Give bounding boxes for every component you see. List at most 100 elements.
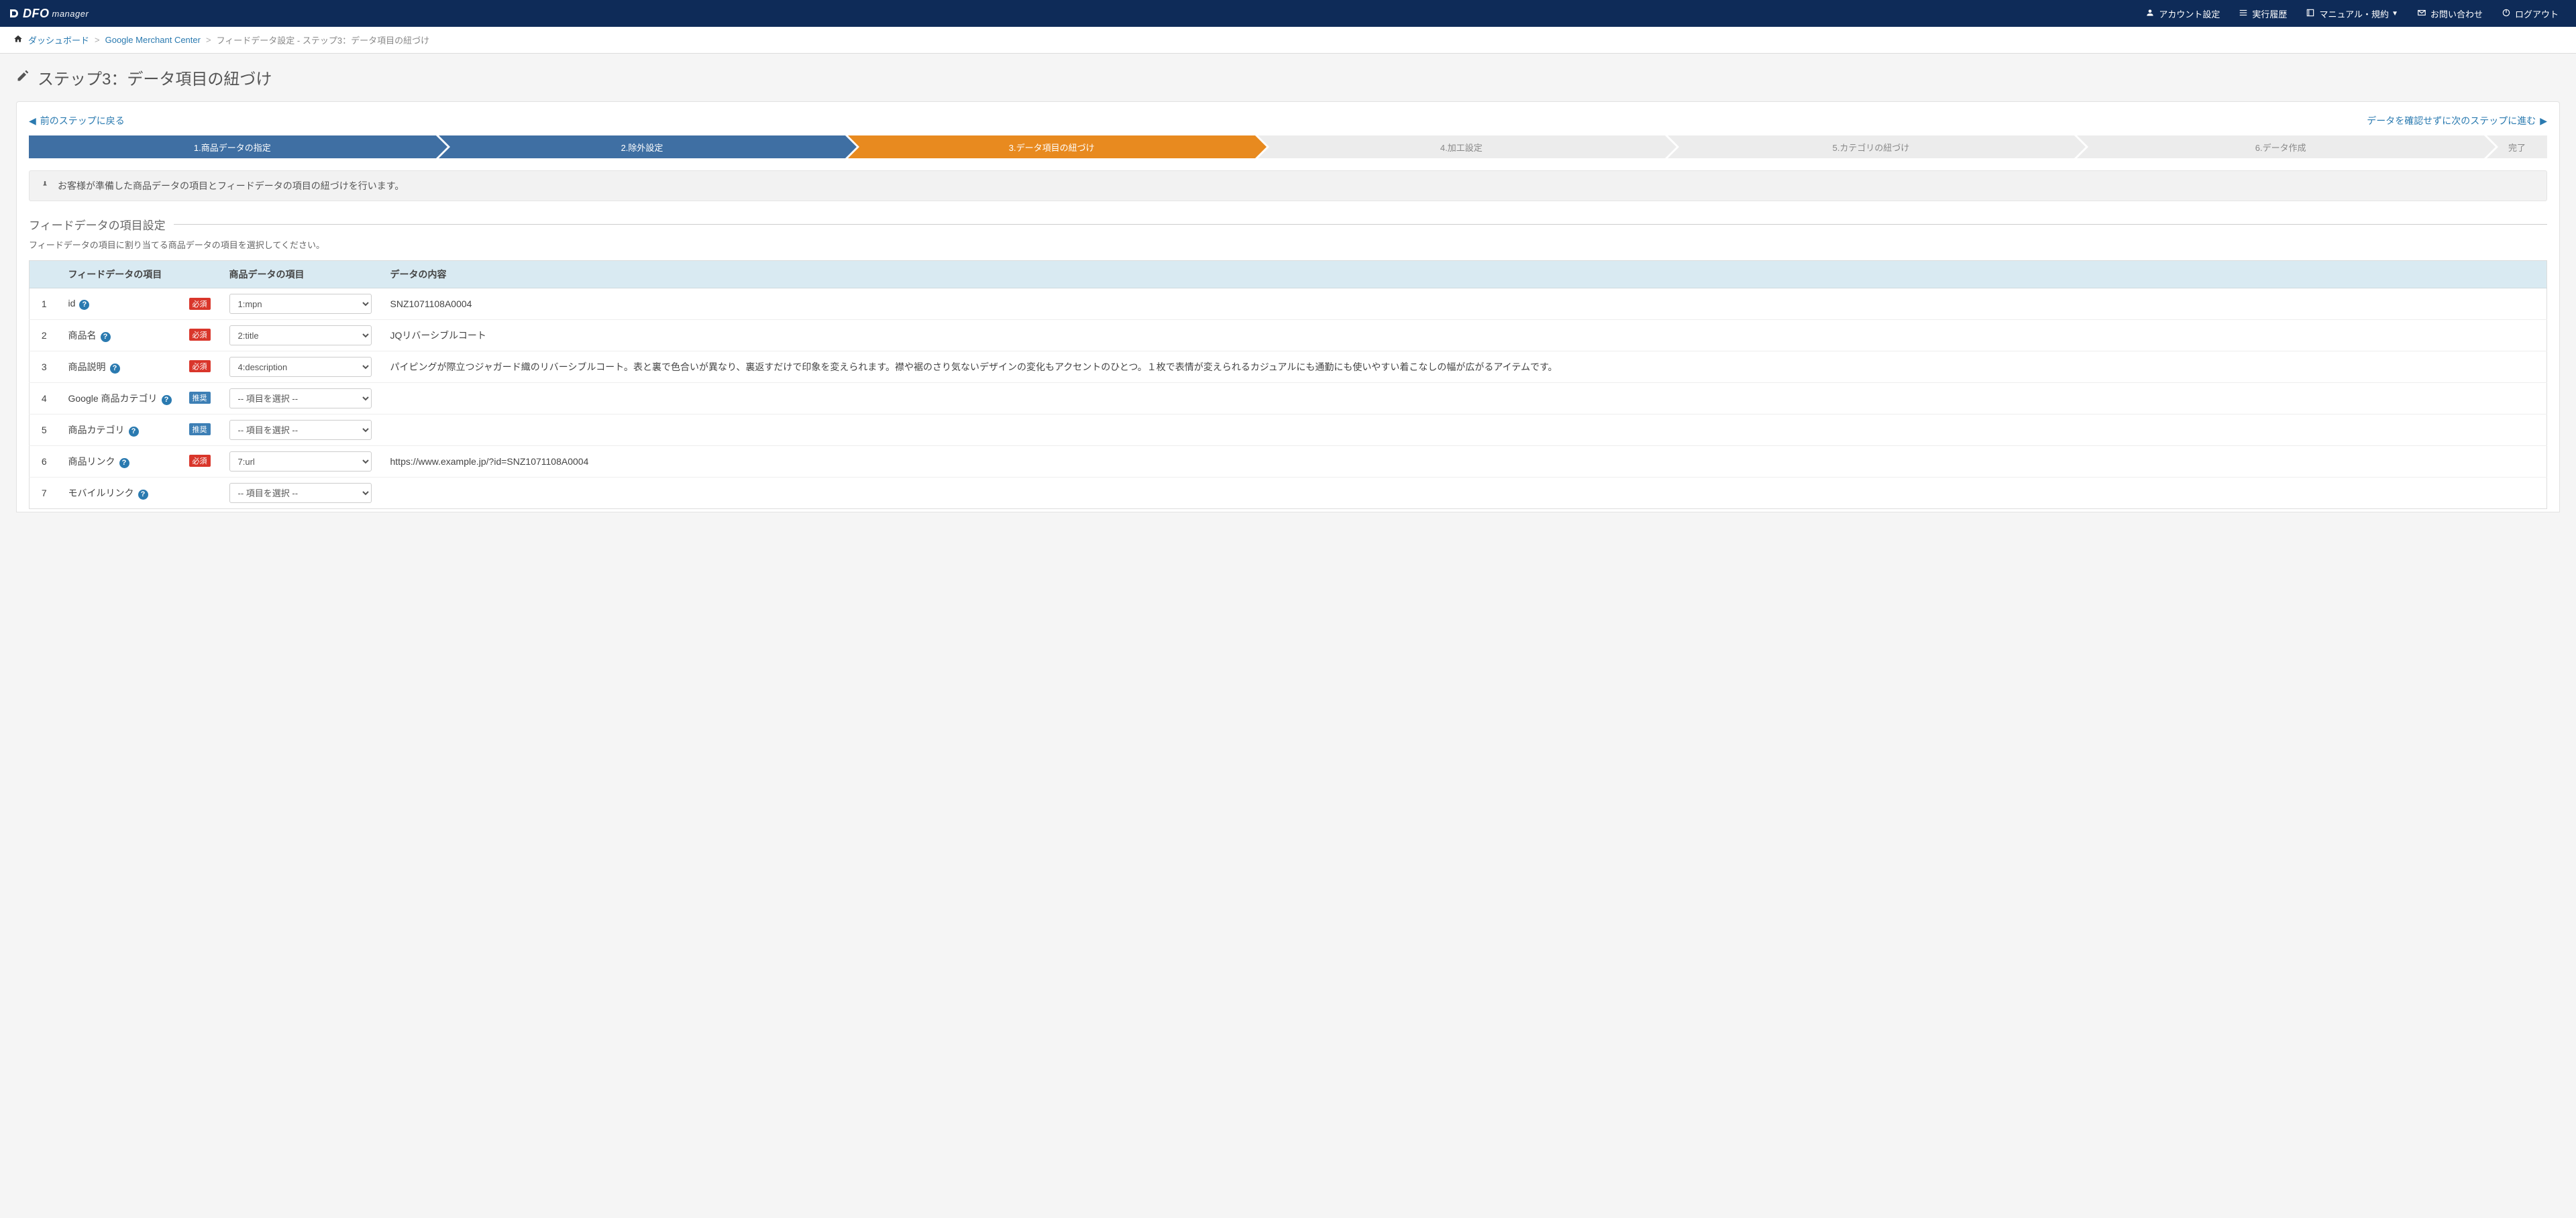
th-feed: フィードデータの項目 (59, 261, 220, 288)
breadcrumb-mid[interactable]: Google Merchant Center (105, 35, 201, 45)
row-data: パイピングが際立つジャガード織のリバーシブルコート。表と裏で色合いが異なり、裏返… (381, 351, 2547, 383)
caret-down-icon: ▼ (2392, 10, 2398, 17)
top-nav: DFO manager アカウント設定 実行履歴 マニュアル・規約 ▼ (0, 0, 2576, 27)
nav-logout[interactable]: ログアウト (2492, 0, 2568, 27)
nav-manual-label: マニュアル・規約 (2319, 7, 2389, 20)
row-feed: 商品説明? 必須 (59, 351, 220, 383)
row-data: JQリバーシブルコート (381, 320, 2547, 351)
wizard-step-5-label: 5.カテゴリの紐づけ (1833, 141, 1910, 154)
info-text: お客様が準備した商品データの項目とフィードデータの項目の紐づけを行います。 (58, 179, 404, 192)
th-prod: 商品データの項目 (220, 261, 381, 288)
feed-label: id (68, 298, 76, 309)
row-data: SNZ1071108A0004 (381, 288, 2547, 320)
breadcrumb-sep: > (206, 35, 211, 45)
wizard-step-5[interactable]: 5.カテゴリの紐づけ (1668, 135, 2075, 158)
product-field-select[interactable]: 4:description (229, 357, 372, 377)
book-icon (2306, 8, 2315, 19)
help-icon[interactable]: ? (129, 427, 139, 437)
row-feed: 商品名? 必須 (59, 320, 220, 351)
breadcrumb-sep: > (95, 35, 100, 45)
row-num: 2 (30, 320, 59, 351)
product-field-select[interactable]: -- 項目を選択 -- (229, 388, 372, 408)
wizard-step-finish-label: 完了 (2508, 141, 2526, 154)
help-icon[interactable]: ? (79, 300, 89, 310)
row-num: 1 (30, 288, 59, 320)
recommended-badge: 推奨 (189, 392, 211, 404)
row-num: 4 (30, 383, 59, 414)
wizard-step-1[interactable]: 1.商品データの指定 (29, 135, 436, 158)
help-icon[interactable]: ? (162, 395, 172, 405)
row-data: https://www.example.jp/?id=SNZ1071108A00… (381, 446, 2547, 478)
section-title-text: フィードデータの項目設定 (29, 216, 166, 233)
triangle-right-icon: ▶ (2540, 115, 2547, 127)
th-data: データの内容 (381, 261, 2547, 288)
top-nav-right: アカウント設定 実行履歴 マニュアル・規約 ▼ お問い合わせ ログアウト (2136, 0, 2568, 27)
nav-contact[interactable]: お問い合わせ (2408, 0, 2492, 27)
required-badge: 必須 (189, 298, 211, 310)
product-field-select[interactable]: -- 項目を選択 -- (229, 483, 372, 503)
row-prod: 7:url (220, 446, 381, 478)
section-title: フィードデータの項目設定 (29, 216, 2547, 233)
nav-history-label: 実行履歴 (2252, 7, 2287, 20)
product-field-select[interactable]: 7:url (229, 451, 372, 472)
row-num: 5 (30, 414, 59, 446)
feed-label: Google 商品カテゴリ (68, 393, 158, 404)
row-prod: 2:title (220, 320, 381, 351)
row-feed: id? 必須 (59, 288, 220, 320)
breadcrumb-current: フィードデータ設定 - ステップ3：データ項目の紐づけ (217, 34, 430, 46)
triangle-left-icon: ◀ (29, 115, 36, 127)
recommended-badge: 推奨 (189, 423, 211, 435)
pencil-icon (16, 69, 30, 87)
brand-logo[interactable]: DFO manager (8, 7, 89, 21)
power-icon (2502, 8, 2511, 19)
row-num: 7 (30, 478, 59, 509)
row-prod: 1:mpn (220, 288, 381, 320)
wizard-step-6-label: 6.データ作成 (2255, 141, 2306, 154)
row-data (381, 478, 2547, 509)
home-icon (13, 34, 23, 46)
product-field-select[interactable]: 2:title (229, 325, 372, 345)
required-badge: 必須 (189, 360, 211, 372)
row-prod: -- 項目を選択 -- (220, 383, 381, 414)
user-icon (2145, 8, 2155, 19)
required-badge: 必須 (189, 329, 211, 341)
next-step-link[interactable]: データを確認せずに次のステップに進む ▶ (2367, 114, 2547, 127)
help-icon[interactable]: ? (138, 490, 148, 500)
breadcrumb-home[interactable]: ダッシュボード (28, 34, 89, 46)
row-num: 3 (30, 351, 59, 383)
help-icon[interactable]: ? (119, 458, 129, 468)
table-row: 7モバイルリンク?-- 項目を選択 -- (30, 478, 2547, 509)
nav-history[interactable]: 実行履歴 (2229, 0, 2296, 27)
row-feed: 商品リンク?必須 (59, 446, 220, 478)
table-row: 6商品リンク?必須7:urlhttps://www.example.jp/?id… (30, 446, 2547, 478)
section-subtitle: フィードデータの項目に割り当てる商品データの項目を選択してください。 (29, 238, 2547, 251)
help-icon[interactable]: ? (101, 332, 111, 342)
nav-account-label: アカウント設定 (2159, 7, 2220, 20)
feed-label: 商品名 (68, 330, 97, 341)
th-num (30, 261, 59, 288)
mail-icon (2417, 8, 2426, 19)
wizard-step-2[interactable]: 2.除外設定 (439, 135, 846, 158)
wizard-step-3[interactable]: 3.データ項目の紐づけ (848, 135, 1255, 158)
product-field-select[interactable]: 1:mpn (229, 294, 372, 314)
table-row: 5商品カテゴリ?推奨-- 項目を選択 -- (30, 414, 2547, 446)
wizard-step-3-label: 3.データ項目の紐づけ (1009, 141, 1095, 154)
row-feed: 商品カテゴリ?推奨 (59, 414, 220, 446)
pin-icon (40, 180, 50, 192)
logo-icon (8, 7, 20, 19)
wizard-step-6[interactable]: 6.データ作成 (2077, 135, 2484, 158)
prev-step-link[interactable]: ◀ 前のステップに戻る (29, 114, 125, 127)
product-field-select[interactable]: -- 項目を選択 -- (229, 420, 372, 440)
help-icon[interactable]: ? (110, 364, 120, 374)
wizard-step-4[interactable]: 4.加工設定 (1258, 135, 1665, 158)
nav-manual[interactable]: マニュアル・規約 ▼ (2296, 0, 2408, 27)
mapping-table: フィードデータの項目 商品データの項目 データの内容 1 id? 必須 1:mpn SN… (29, 260, 2547, 509)
table-row: 2 商品名? 必須 2:title JQリバーシブルコート (30, 320, 2547, 351)
content: ステップ3：データ項目の紐づけ ◀ 前のステップに戻る データを確認せずに次のス… (0, 54, 2576, 539)
nav-account[interactable]: アカウント設定 (2136, 0, 2229, 27)
brand-sub: manager (52, 9, 89, 19)
row-prod: -- 項目を選択 -- (220, 414, 381, 446)
feed-label: 商品説明 (68, 362, 106, 372)
breadcrumb: ダッシュボード > Google Merchant Center > フィードデ… (0, 27, 2576, 54)
nav-contact-label: お問い合わせ (2430, 7, 2483, 20)
